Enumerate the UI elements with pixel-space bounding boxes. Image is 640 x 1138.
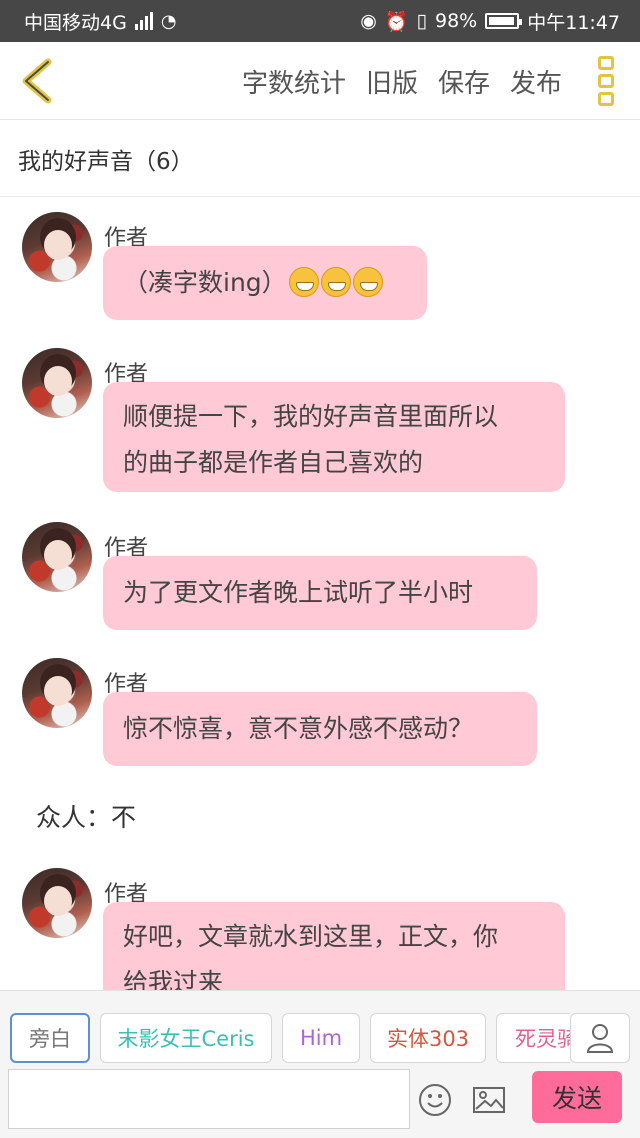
message-text: （凑字数ing） [123, 268, 287, 297]
word-count-button[interactable]: 字数统计 [242, 63, 346, 100]
message-bubble[interactable]: （凑字数ing） [103, 246, 427, 320]
wifi-icon: ◔ [160, 10, 177, 32]
role-chip[interactable]: 末影女王Ceris [100, 1013, 272, 1063]
message-text: 惊不惊喜，意不意外感不感动？ [123, 714, 474, 743]
battery-percent: 98% [435, 10, 478, 32]
top-actions: 字数统计 旧版 保存 发布 [242, 42, 562, 120]
message-text-line: 顺便提一下，我的好声音里面所以 [123, 402, 499, 431]
image-icon[interactable] [472, 1083, 506, 1117]
story-title: 我的好声音（6） [0, 121, 640, 197]
carrier-label: 中国移动4G [24, 11, 127, 34]
emoji-icon[interactable] [418, 1083, 452, 1117]
grin-emoji-icon [352, 267, 383, 297]
role-selector: 旁白 末影女王Ceris Him 实体303 死灵骑 [10, 1013, 570, 1063]
avatar[interactable] [22, 522, 92, 592]
status-bar: 中国移动4G ◔ ◉ ⏰ ▯ 98% 中午11:47 [0, 0, 640, 42]
top-bar: 字数统计 旧版 保存 发布 [0, 42, 640, 120]
clock: 中午11:47 [527, 11, 620, 34]
message-bubble[interactable]: 惊不惊喜，意不意外感不感动？ [103, 692, 537, 766]
avatar[interactable] [22, 348, 92, 418]
grin-emoji-icon [320, 267, 351, 297]
eye-icon: ◉ [360, 10, 377, 32]
message-bubble[interactable]: 顺便提一下，我的好声音里面所以 的曲子都是作者自己喜欢的 [103, 382, 565, 492]
role-chip[interactable]: 实体303 [370, 1013, 486, 1063]
grin-emoji-icon [288, 267, 319, 297]
message-input[interactable] [8, 1069, 410, 1129]
signal-icon [134, 12, 153, 30]
message-text-line: 好吧，文章就水到这里，正文，你 [123, 922, 499, 951]
message-text-line: 给我过来 [123, 968, 224, 990]
alarm-icon: ⏰ [384, 10, 409, 33]
battery-icon [485, 13, 523, 29]
role-chip[interactable]: 死灵骑 [496, 1013, 570, 1063]
narration-text: 众人：不 [36, 803, 137, 832]
publish-button[interactable]: 发布 [510, 63, 562, 100]
avatar[interactable] [22, 868, 92, 938]
avatar[interactable] [22, 658, 92, 728]
save-button[interactable]: 保存 [438, 63, 490, 100]
back-chevron-icon[interactable] [18, 58, 58, 104]
role-chip[interactable]: Him [282, 1013, 360, 1063]
message-text-line: 的曲子都是作者自己喜欢的 [123, 448, 424, 477]
avatar[interactable] [22, 212, 92, 282]
old-version-button[interactable]: 旧版 [366, 63, 418, 100]
send-button[interactable]: 发送 [532, 1071, 622, 1123]
vibrate-icon: ▯ [416, 10, 427, 32]
message-bubble[interactable]: 好吧，文章就水到这里，正文，你 给我过来 [103, 902, 565, 990]
user-icon[interactable] [570, 1013, 630, 1063]
message-text: 为了更文作者晚上试听了半小时 [123, 578, 474, 607]
composer-panel: 旁白 末影女王Ceris Him 实体303 死灵骑 发送 [0, 990, 640, 1138]
more-menu-icon[interactable] [598, 56, 616, 106]
message-feed[interactable]: 作者 （凑字数ing） 作者 顺便提一下，我的好声音里面所以 的曲子都是作者自己… [0, 198, 640, 990]
message-bubble[interactable]: 为了更文作者晚上试听了半小时 [103, 556, 537, 630]
role-chip-narrator[interactable]: 旁白 [10, 1013, 90, 1063]
